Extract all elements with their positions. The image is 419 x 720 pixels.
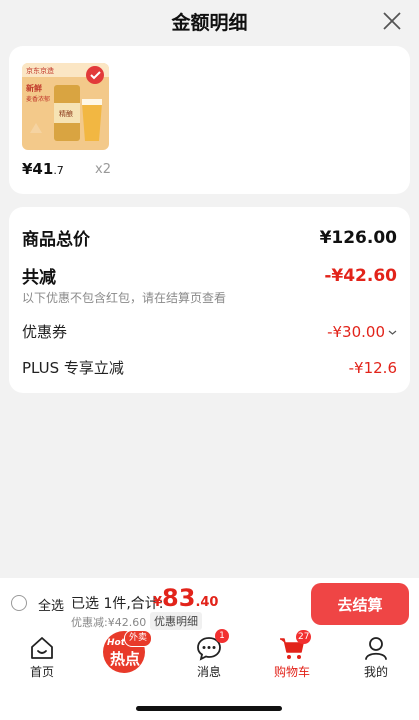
- tab-home[interactable]: 首页: [12, 630, 72, 688]
- messages-badge: 1: [215, 629, 229, 643]
- hot-cn-label: 热点: [110, 650, 141, 668]
- product-thumbnail[interactable]: 京东京造 新鲜 麦香浓郁 精酿: [22, 63, 109, 150]
- tab-messages-label: 消息: [196, 665, 221, 679]
- unit-price-int: ¥41: [22, 160, 54, 178]
- page-title: 金额明细: [171, 12, 248, 34]
- quantity: x2: [95, 162, 111, 177]
- selected-count: 已选 1件,合计:: [71, 596, 164, 612]
- image-tag-2: 麦香浓郁: [26, 95, 50, 103]
- home-icon: [31, 637, 53, 659]
- product-card: 京东京造 新鲜 麦香浓郁 精酿 ¥41.7 x2: [9, 46, 410, 194]
- coupon-row[interactable]: 优惠券 -¥30.00: [22, 321, 397, 342]
- modal-header: 金额明细: [0, 0, 419, 42]
- tab-cart[interactable]: 27 购物车: [262, 630, 322, 688]
- tab-home-label: 首页: [29, 665, 54, 679]
- plus-value: -¥12.6: [348, 358, 397, 377]
- brand-text: 京东京造: [26, 66, 54, 75]
- total-row: 商品总价 ¥126.00: [22, 225, 397, 251]
- plus-row: PLUS 专享立减 -¥12.6: [22, 357, 397, 378]
- chevron-down-icon: [388, 330, 397, 335]
- price-summary-card: 商品总价 ¥126.00 共减 -¥42.60 以下优惠不包含红包，请在结算页查…: [9, 207, 410, 393]
- reduce-value: -¥42.60: [324, 265, 397, 286]
- tab-me[interactable]: 我的: [346, 630, 406, 688]
- reduce-row: 共减 -¥42.60: [22, 263, 397, 289]
- coupon-label: 优惠券: [22, 323, 68, 341]
- hot-en-label: Hot: [107, 638, 126, 648]
- coupon-value-wrap: -¥30.00: [327, 322, 397, 341]
- tab-cart-label: 购物车: [273, 665, 310, 679]
- select-all-checkbox[interactable]: [11, 595, 27, 611]
- home-indicator: [136, 706, 282, 711]
- cart-badge: 27: [296, 630, 312, 644]
- total-int: 83: [162, 584, 196, 612]
- tab-me-label: 我的: [363, 665, 388, 679]
- discount-summary: 优惠减:¥42.60: [71, 616, 147, 629]
- total-value: ¥126.00: [319, 227, 397, 248]
- total-currency: ¥: [153, 595, 163, 610]
- close-icon[interactable]: [379, 8, 405, 34]
- coupon-value: -¥30.00: [327, 323, 385, 341]
- image-tag-1: 新鲜: [26, 83, 42, 93]
- tab-messages[interactable]: 1 消息: [179, 629, 239, 688]
- takeout-badge: 外卖: [124, 630, 153, 647]
- unit-price-dec: .7: [53, 164, 64, 177]
- discount-detail-button[interactable]: 优惠明细: [150, 612, 202, 630]
- checkout-button[interactable]: 去结算: [311, 583, 409, 625]
- total-label: 商品总价: [22, 230, 90, 250]
- select-all-label[interactable]: 全选: [38, 595, 64, 614]
- tab-bar: 首页 1 消息 27 购物车 我的: [0, 629, 419, 690]
- unit-price: ¥41.7: [22, 160, 64, 178]
- can-text: 精酿: [59, 109, 73, 118]
- total-dec: .40: [195, 595, 219, 610]
- reduce-label: 共减: [22, 268, 56, 288]
- plus-label: PLUS 专享立减: [22, 359, 124, 377]
- discount-note: 以下优惠不包含红包，请在结算页查看: [22, 291, 227, 305]
- total-amount: ¥83.40: [153, 584, 218, 612]
- user-icon: [365, 637, 387, 660]
